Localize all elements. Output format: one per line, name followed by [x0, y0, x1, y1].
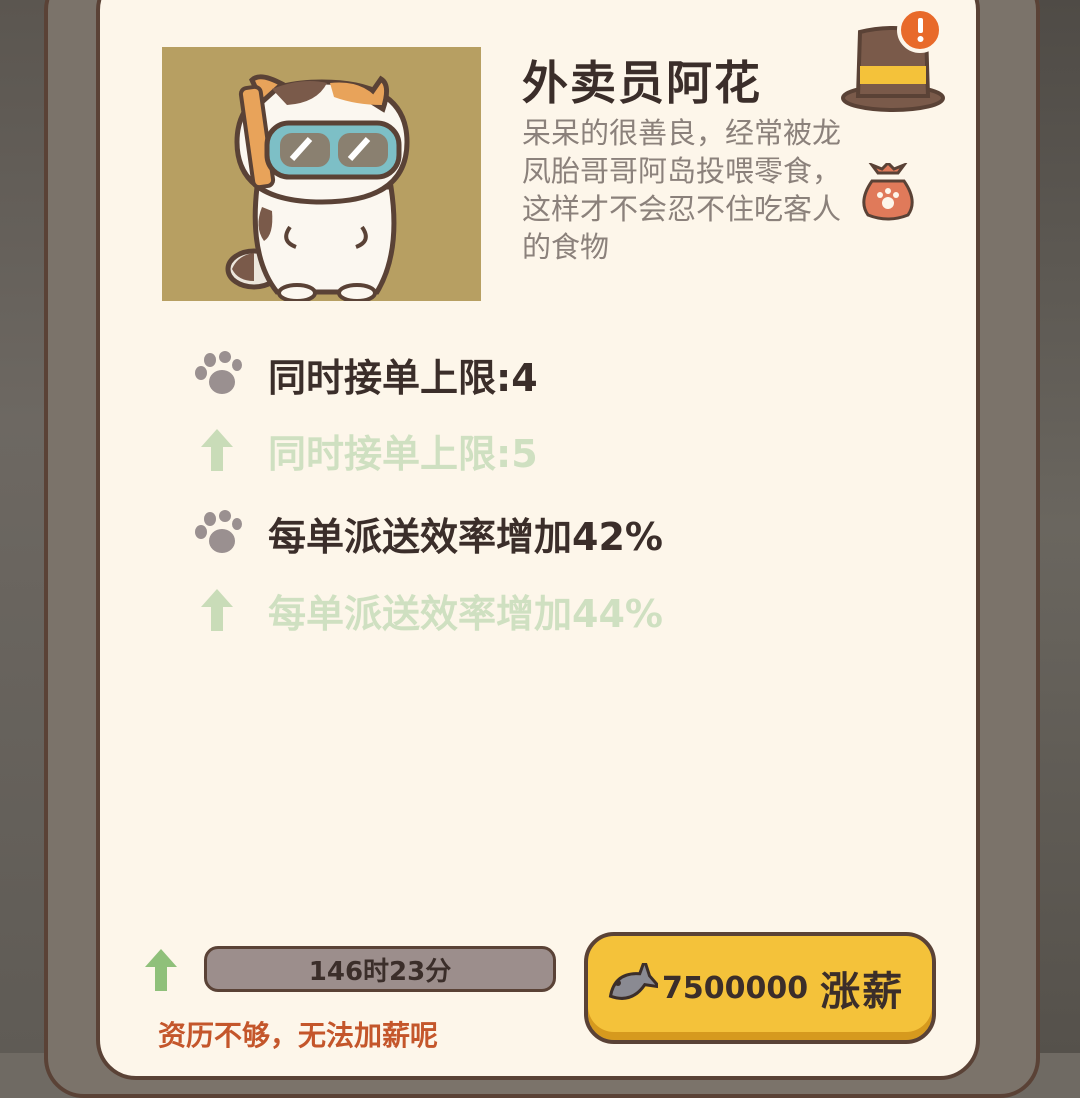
time-remaining-bar: 146时23分 — [204, 946, 556, 992]
time-remaining-text: 146时23分 — [308, 956, 452, 987]
raise-cost: 7500000 — [662, 970, 809, 1006]
bag-icon[interactable] — [858, 160, 918, 229]
character-description: 呆呆的很善良，经常被龙凤胎哥哥阿岛投喂零食，这样才不会忍不住吃客人的食物 — [522, 116, 842, 264]
hat-icon[interactable] — [838, 6, 948, 122]
stat-text: 每单派送效率增加44% — [268, 591, 663, 636]
arrow-up-icon — [192, 425, 248, 475]
stat-row-capacity: 同时接单上限:4 — [192, 344, 538, 404]
character-portrait — [162, 47, 481, 301]
raise-button-label: 涨薪 — [820, 969, 905, 1015]
level-up-arrow-icon — [142, 947, 180, 997]
paw-icon — [192, 349, 248, 399]
character-name: 外卖员阿花 — [522, 56, 762, 110]
stat-text: 每单派送效率增加42% — [268, 514, 663, 559]
stat-row-efficiency: 每单派送效率增加42% — [192, 503, 663, 563]
stat-text: 同时接单上限:4 — [268, 355, 538, 400]
raise-salary-button[interactable]: 7500000 涨薪 — [584, 932, 936, 1044]
fish-icon — [602, 955, 663, 1013]
stat-row-capacity-next: 同时接单上限:5 — [192, 420, 538, 480]
stat-row-efficiency-next: 每单派送效率增加44% — [192, 580, 663, 640]
paw-icon — [192, 508, 248, 558]
insufficient-seniority-warning: 资历不够，无法加薪呢 — [158, 1019, 439, 1052]
stat-text: 同时接单上限:5 — [268, 431, 538, 476]
arrow-up-icon — [192, 585, 248, 635]
